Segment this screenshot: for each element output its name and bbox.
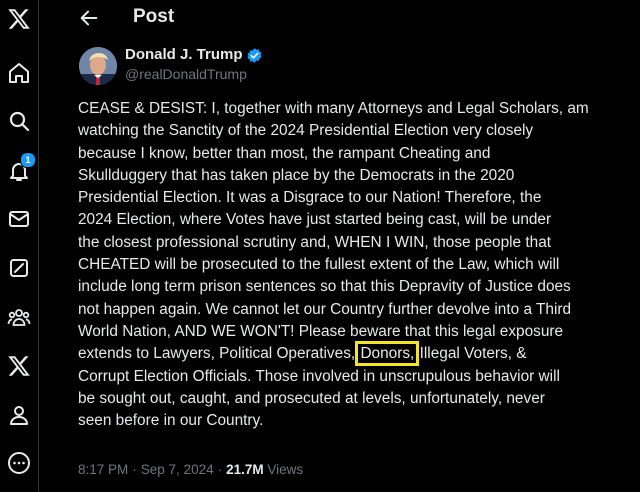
post-text-line: 2024 Election, where Votes have just sta… [78, 211, 552, 229]
post-text-line: the closest professional scrutiny and, W… [78, 233, 552, 251]
post-date[interactable]: Sep 7, 2024 [141, 462, 214, 477]
meta-separator: · [217, 462, 223, 477]
post-text-segment: extends to Lawyers, Political Operatives… [78, 345, 360, 363]
post-time[interactable]: 8:17 PM [78, 462, 128, 477]
post-text-line: CEASE & DESIST: I, together with many At… [78, 100, 589, 117]
messages-icon[interactable] [7, 207, 31, 231]
author-handle[interactable]: @realDonaldTrump [125, 66, 247, 82]
post-text-segment: Illegal Voters, & [415, 345, 527, 363]
premium-x-icon[interactable] [7, 354, 31, 378]
views-label: Views [267, 462, 304, 477]
post-text-line: Skullduggery that has taken place by the… [78, 166, 515, 184]
avatar[interactable] [79, 47, 117, 85]
page-title: Post [133, 6, 175, 27]
sidebar-nav: 1 [0, 0, 39, 492]
post-text-line: not happen again. We cannot let our Coun… [78, 300, 572, 318]
verified-badge-icon [246, 47, 263, 64]
more-icon[interactable] [7, 451, 31, 475]
post-text-line: CHEATED will be prosecuted to the fulles… [78, 256, 560, 274]
post-text-line: Corrupt Election Officials. Those involv… [78, 367, 560, 385]
x-logo-icon[interactable] [7, 7, 31, 31]
home-icon[interactable] [7, 61, 31, 85]
author-name[interactable]: Donald J. Trump [125, 46, 243, 63]
communities-icon[interactable] [7, 305, 31, 329]
post-meta: 8:17 PM · Sep 7, 2024 · 21.7M Views [78, 462, 303, 477]
back-arrow-icon[interactable] [78, 7, 100, 29]
grok-icon[interactable] [7, 256, 31, 280]
post-text-line: because I know, better than most, the ra… [78, 144, 491, 162]
post-text-line: seen before in our Country. [78, 412, 264, 430]
post-text-line: be sought out, caught, and prosecuted at… [78, 389, 545, 407]
post-text-line: watching the Sanctity of the 2024 Presid… [78, 122, 534, 140]
post-text-line: Presidential Election. It was a Disgrace… [78, 189, 542, 207]
notification-badge: 1 [20, 152, 36, 168]
search-icon[interactable] [7, 109, 31, 133]
post-detail: Post Donald J. Trump @realDonaldTrump CE… [39, 0, 640, 492]
views-count: 21.7M [226, 462, 264, 477]
page-header: Post [39, 0, 640, 36]
meta-separator: · [132, 462, 137, 477]
post-text-line: include long term prison sentences so th… [78, 278, 571, 296]
post-text-line: World Nation, AND WE WON'T! Please bewar… [78, 322, 564, 340]
post-text: CEASE & DESIST: I, together with many At… [78, 98, 638, 432]
profile-icon[interactable] [7, 403, 31, 427]
post-text-line: extends to Lawyers, Political Operatives… [78, 341, 638, 367]
highlighted-word: Donors, [355, 341, 420, 367]
